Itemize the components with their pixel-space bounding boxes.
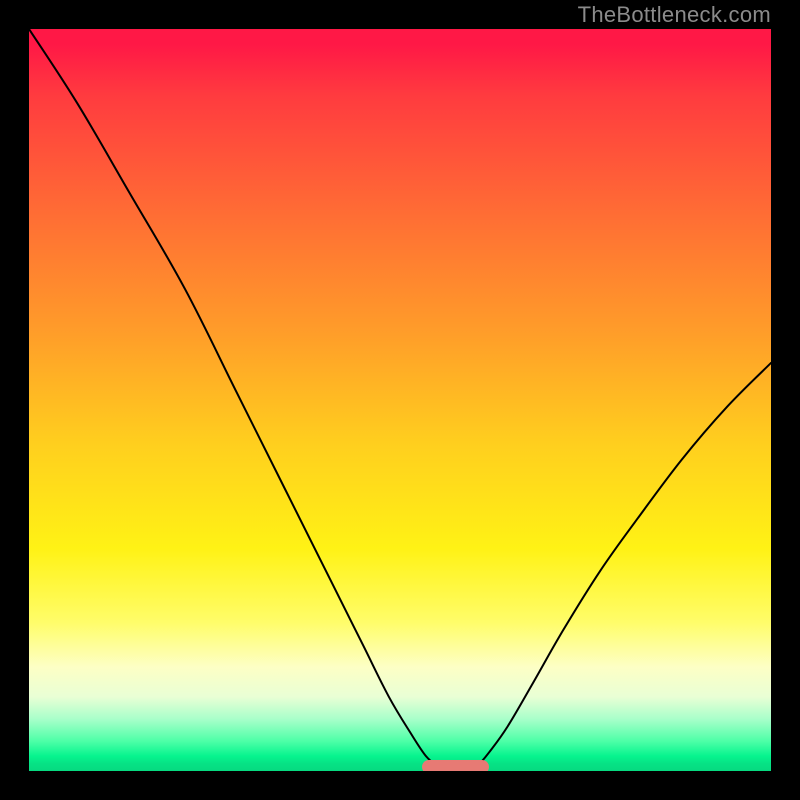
optimal-marker (422, 760, 489, 771)
chart-frame: TheBottleneck.com (0, 0, 800, 800)
bottleneck-curve (29, 29, 771, 771)
curve-left-path (29, 29, 437, 766)
curve-right-path (478, 363, 771, 766)
plot-area (29, 29, 771, 771)
watermark-label: TheBottleneck.com (578, 2, 771, 28)
